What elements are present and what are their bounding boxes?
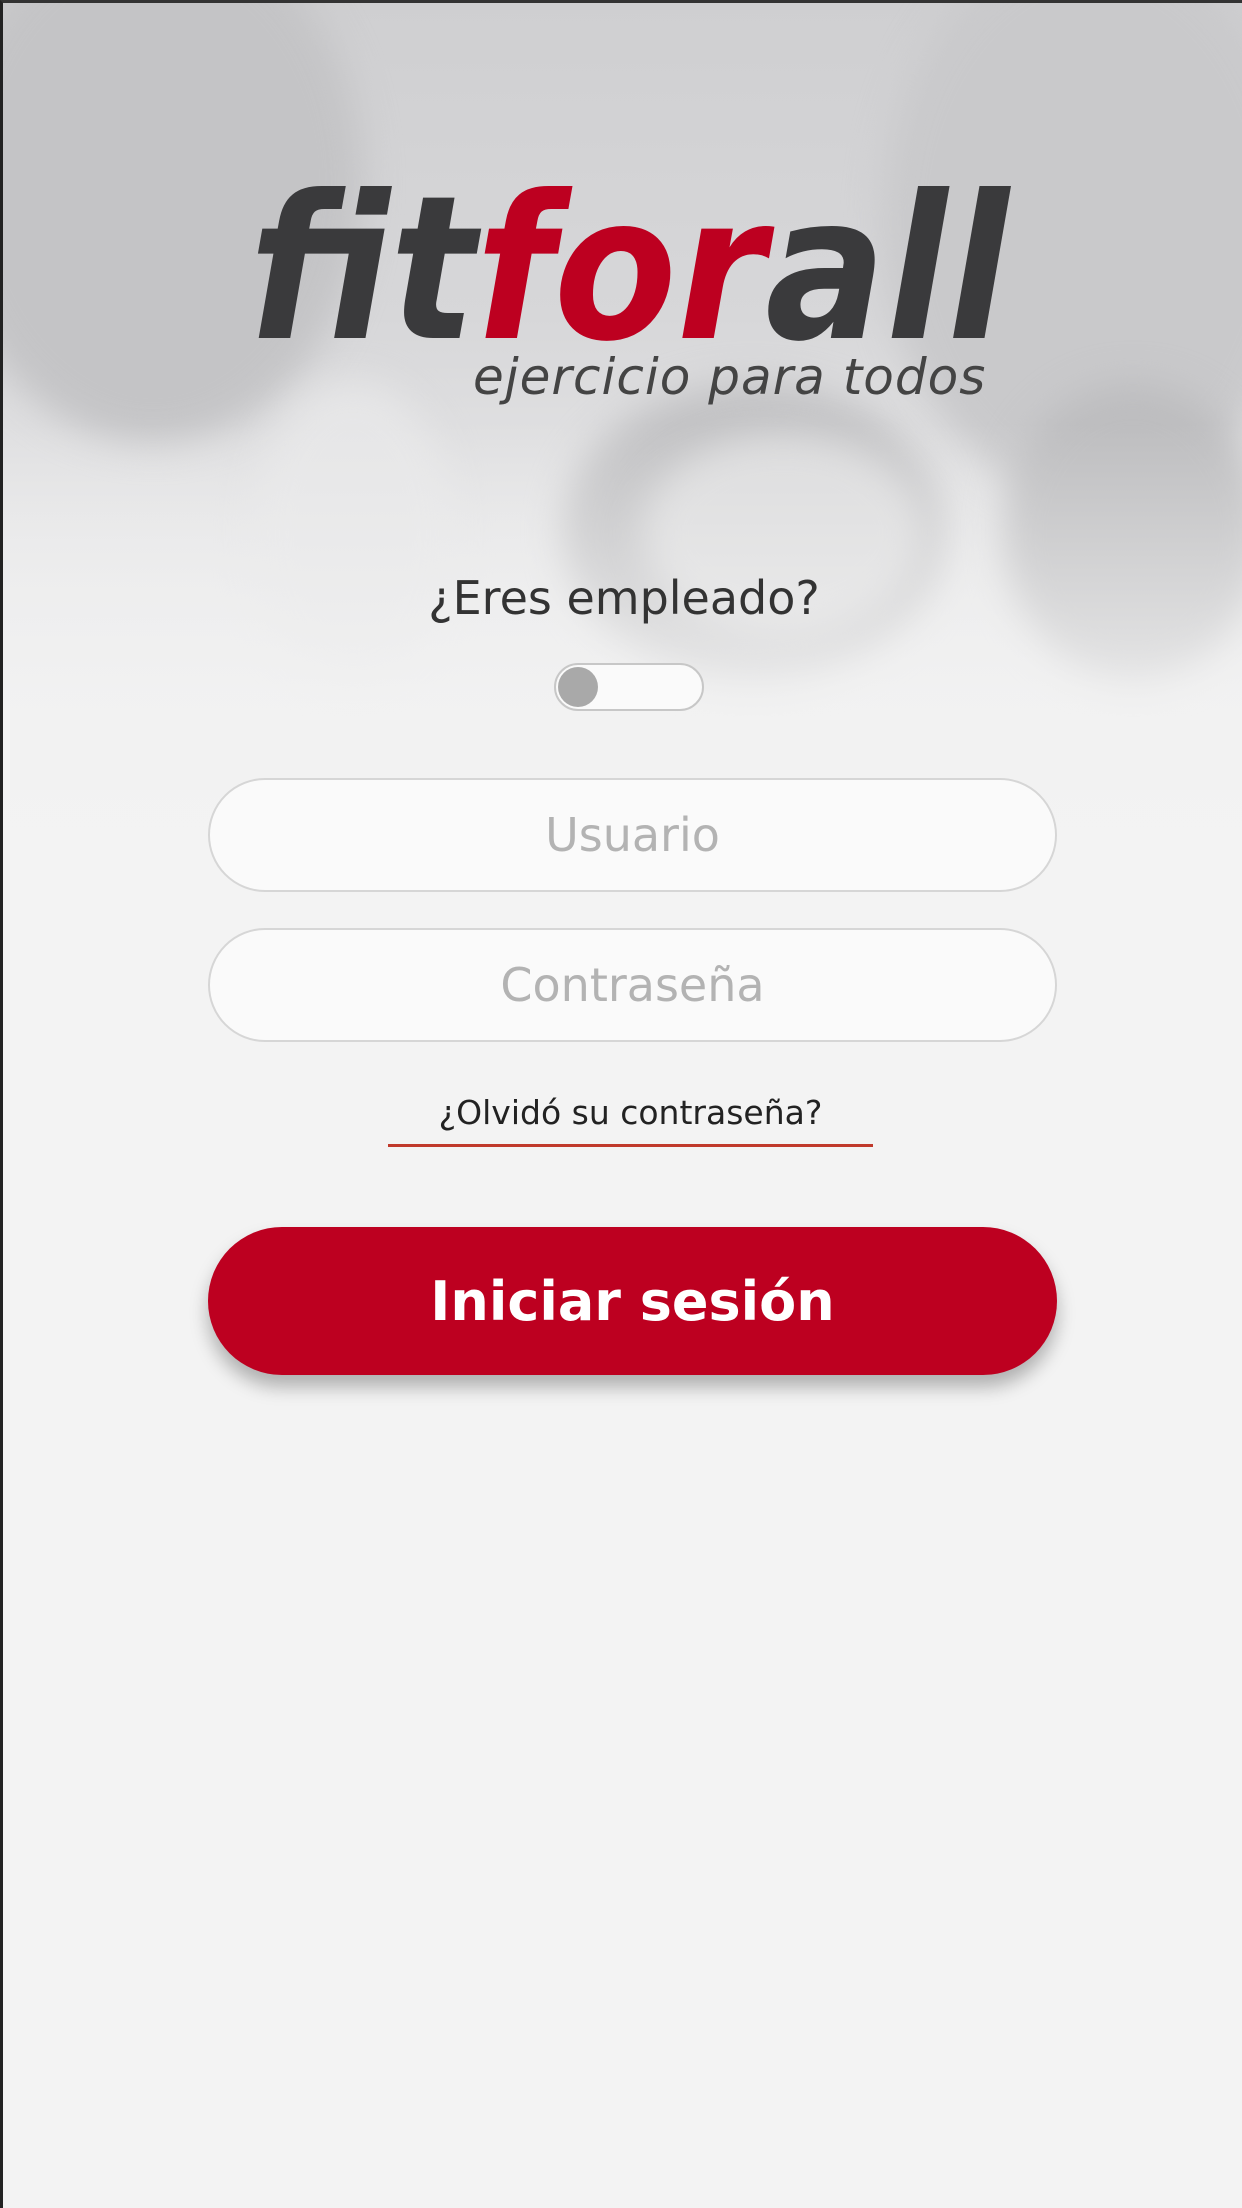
login-screen: fitforall ejercicio para todos ¿Eres emp… (0, 0, 1242, 2208)
logo-text-for: for (476, 153, 775, 353)
svg-text:fitforall: fitforall (249, 153, 1011, 353)
toggle-knob (558, 667, 598, 707)
logo-text-all: all (765, 153, 1011, 353)
employee-question-label: ¿Eres empleado? (428, 571, 820, 625)
employee-toggle[interactable] (554, 663, 704, 711)
forgot-password-link[interactable]: ¿Olvidó su contraseña? (388, 1093, 873, 1147)
login-button[interactable]: Iniciar sesión (208, 1227, 1057, 1375)
logo-tagline: ejercicio para todos (473, 348, 987, 406)
password-input[interactable] (208, 928, 1057, 1042)
logo-text-fit: fit (249, 153, 481, 353)
username-input[interactable] (208, 778, 1057, 892)
